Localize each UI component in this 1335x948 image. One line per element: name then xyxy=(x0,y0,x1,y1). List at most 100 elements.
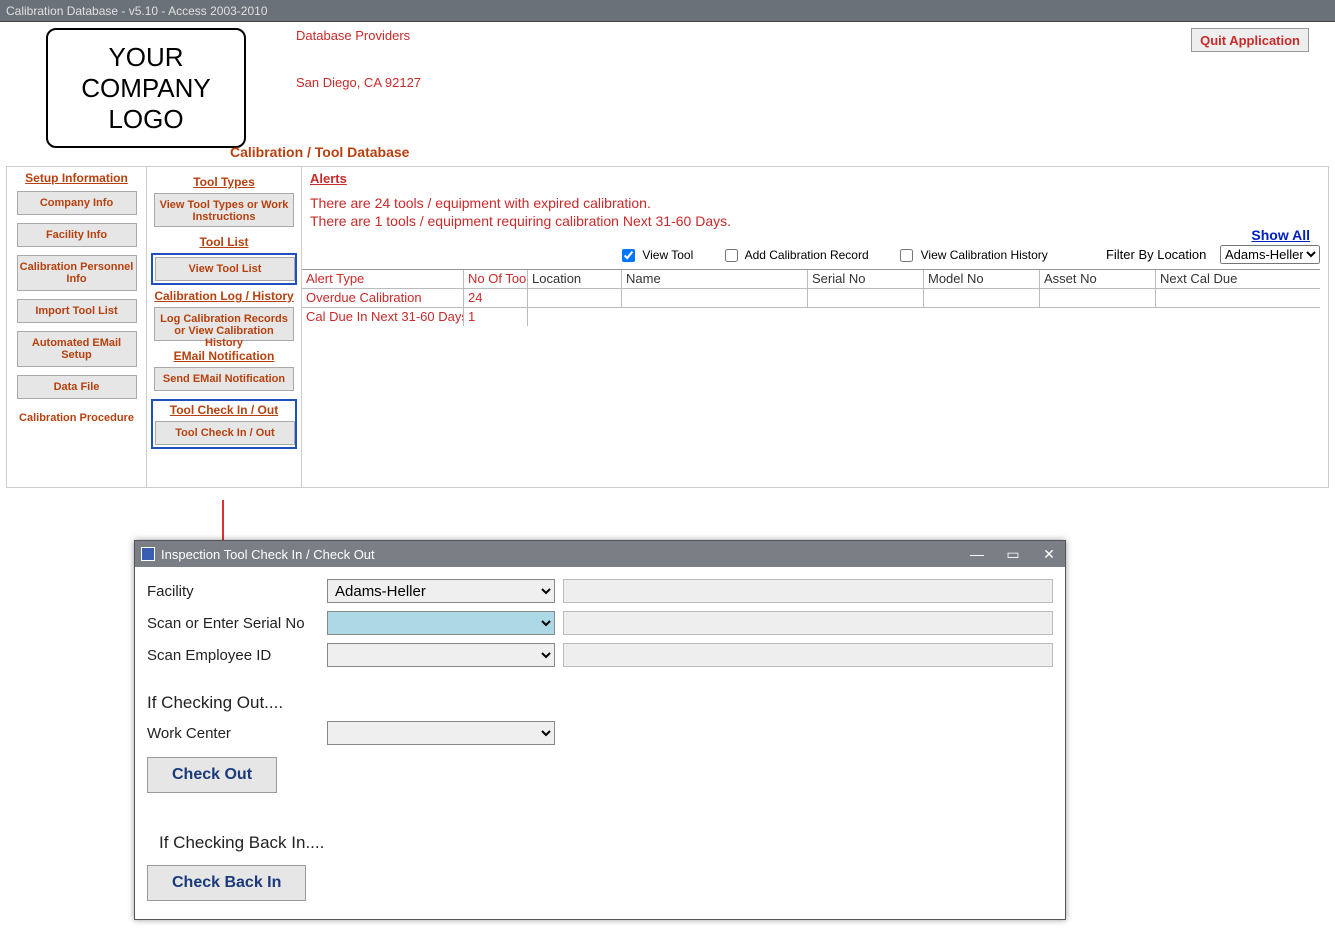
tool-check-in-out-button[interactable]: Tool Check In / Out xyxy=(155,421,295,445)
provider-location: San Diego, CA 92127 xyxy=(296,75,421,90)
calibration-log-header: Calibration Log / History xyxy=(151,289,297,303)
form-icon xyxy=(141,547,155,561)
header-area: YOUR COMPANY LOGO Database Providers San… xyxy=(0,22,1335,154)
grid-data-row[interactable]: Overdue Calibration 24 xyxy=(302,289,1320,308)
check-back-in-button[interactable]: Check Back In xyxy=(147,865,306,901)
cell-serial xyxy=(808,289,924,307)
facility-readonly-field xyxy=(563,579,1053,603)
view-tool-list-button[interactable]: View Tool List xyxy=(155,257,295,281)
import-tool-list-button[interactable]: Import Tool List xyxy=(17,299,137,323)
checking-in-label: If Checking Back In.... xyxy=(159,833,1053,853)
tool-check-in-out-highlight: Tool Check In / Out Tool Check In / Out xyxy=(151,399,297,449)
cell-name xyxy=(622,289,808,307)
cell-asset xyxy=(1040,308,1156,326)
view-calibration-history-checkbox-input[interactable] xyxy=(900,249,913,262)
provider-name: Database Providers xyxy=(296,28,421,43)
quit-application-button[interactable]: Quit Application xyxy=(1191,28,1309,52)
employee-select[interactable] xyxy=(327,643,555,667)
filter-by-location-label: Filter By Location xyxy=(1106,247,1206,262)
page-subtitle: Calibration / Tool Database xyxy=(230,144,1335,160)
email-notification-header: EMail Notification xyxy=(151,349,297,363)
cell-no-of-tool: 1 xyxy=(464,308,528,326)
calibration-personnel-button[interactable]: Calibration Personnel Info xyxy=(17,255,137,291)
filter-area: Filter By Location Adams-Heller xyxy=(1106,245,1320,264)
company-details: Database Providers San Diego, CA 92127 xyxy=(296,28,421,148)
filter-location-select[interactable]: Adams-Heller xyxy=(1220,245,1320,264)
facility-label: Facility xyxy=(147,583,327,600)
cell-asset xyxy=(1040,289,1156,307)
cell-no-of-tool: 24 xyxy=(464,289,528,307)
col-alert-type: Alert Type xyxy=(302,270,464,288)
minimize-icon[interactable]: — xyxy=(967,546,987,563)
cell-alert-type: Cal Due In Next 31-60 Days xyxy=(302,308,464,326)
add-calibration-record-label: Add Calibration Record xyxy=(745,248,869,262)
employee-readonly-field xyxy=(563,643,1053,667)
cell-alert-type: Overdue Calibration xyxy=(302,289,464,307)
grid-header-row: Alert Type No Of Tool Location Name Seri… xyxy=(302,270,1320,289)
cell-next xyxy=(1156,289,1320,307)
facility-info-button[interactable]: Facility Info xyxy=(17,223,137,247)
content-row: Setup Information Company Info Facility … xyxy=(6,166,1329,488)
automated-email-setup-button[interactable]: Automated EMail Setup xyxy=(17,331,137,367)
cell-location xyxy=(528,289,622,307)
work-center-select[interactable] xyxy=(327,721,555,745)
col-name: Name xyxy=(622,270,808,288)
data-file-button[interactable]: Data File xyxy=(17,375,137,399)
close-icon[interactable]: ✕ xyxy=(1039,546,1059,563)
dialog-titlebar[interactable]: Inspection Tool Check In / Check Out — ▭… xyxy=(135,541,1065,567)
view-tool-types-button[interactable]: View Tool Types or Work Instructions xyxy=(154,193,294,227)
facility-row: Facility Adams-Heller xyxy=(147,577,1053,605)
cell-model xyxy=(924,289,1040,307)
add-calibration-record-checkbox[interactable]: Add Calibration Record xyxy=(725,248,869,262)
alerts-header: Alerts xyxy=(310,171,347,186)
log-calibration-records-button[interactable]: Log Calibration Records or View Calibrat… xyxy=(154,307,294,341)
work-center-row: Work Center xyxy=(147,719,1053,747)
view-tool-checkbox-input[interactable] xyxy=(622,249,635,262)
col-model-no: Model No xyxy=(924,270,1040,288)
tool-check-in-out-header: Tool Check In / Out xyxy=(155,403,293,417)
employee-label: Scan Employee ID xyxy=(147,647,327,664)
col-next-cal-due: Next Cal Due xyxy=(1156,270,1320,288)
check-in-out-dialog: Inspection Tool Check In / Check Out — ▭… xyxy=(134,540,1066,920)
app-title: Calibration Database - v5.10 - Access 20… xyxy=(6,4,268,18)
alerts-text: There are 24 tools / equipment with expi… xyxy=(310,194,1320,230)
cell-name xyxy=(622,308,808,326)
cell-serial xyxy=(808,308,924,326)
add-calibration-record-checkbox-input[interactable] xyxy=(725,249,738,262)
tool-list-header: Tool List xyxy=(151,235,297,249)
dialog-body: Facility Adams-Heller Scan or Enter Seri… xyxy=(135,567,1065,911)
cell-model xyxy=(924,308,1040,326)
maximize-icon[interactable]: ▭ xyxy=(1003,546,1023,563)
checking-out-label: If Checking Out.... xyxy=(147,693,1053,713)
col-serial-no: Serial No xyxy=(808,270,924,288)
cell-next xyxy=(1156,308,1320,326)
send-email-notification-button[interactable]: Send EMail Notification xyxy=(154,367,294,391)
checkbox-row: View Tool Add Calibration Record View Ca… xyxy=(622,247,1076,262)
logo-line3: LOGO xyxy=(108,104,183,135)
col-asset-no: Asset No xyxy=(1040,270,1156,288)
grid-data-row[interactable]: Cal Due In Next 31-60 Days 1 xyxy=(302,308,1320,326)
logo-line2: COMPANY xyxy=(81,73,211,104)
calibration-procedure-button[interactable]: Calibration Procedure xyxy=(17,407,137,429)
app-titlebar: Calibration Database - v5.10 - Access 20… xyxy=(0,0,1335,22)
setup-nav: Setup Information Company Info Facility … xyxy=(7,167,147,487)
view-calibration-history-checkbox[interactable]: View Calibration History xyxy=(900,248,1048,262)
logo-line1: YOUR xyxy=(108,42,183,73)
view-tool-checkbox[interactable]: View Tool xyxy=(622,248,693,262)
show-all-link[interactable]: Show All xyxy=(1251,227,1310,243)
view-calibration-history-label: View Calibration History xyxy=(921,248,1048,262)
dialog-title: Inspection Tool Check In / Check Out xyxy=(161,547,375,562)
alerts-panel: Alerts There are 24 tools / equipment wi… xyxy=(302,167,1328,487)
dialog-controls: — ▭ ✕ xyxy=(967,546,1059,563)
view-tool-list-highlight: View Tool List xyxy=(151,253,297,285)
facility-select[interactable]: Adams-Heller xyxy=(327,579,555,603)
tool-types-header: Tool Types xyxy=(151,175,297,189)
main-app: YOUR COMPANY LOGO Database Providers San… xyxy=(0,22,1335,488)
check-out-button[interactable]: Check Out xyxy=(147,757,277,793)
serial-row: Scan or Enter Serial No xyxy=(147,609,1053,637)
company-info-button[interactable]: Company Info xyxy=(17,191,137,215)
company-logo: YOUR COMPANY LOGO xyxy=(46,28,246,148)
view-tool-checkbox-label: View Tool xyxy=(642,248,693,262)
serial-select[interactable] xyxy=(327,611,555,635)
employee-row: Scan Employee ID xyxy=(147,641,1053,669)
